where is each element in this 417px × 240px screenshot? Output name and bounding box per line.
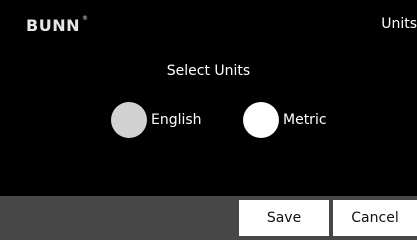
screen-title: Units [381,16,417,32]
select-units-prompt: Select Units [166,63,251,79]
english-radio-button[interactable] [111,102,147,138]
units-screen: BUNN ® Units Select Units English Metric… [0,0,417,240]
save-button[interactable]: Save [239,200,329,236]
metric-option[interactable]: Metric [243,102,327,138]
registered-mark: ® [82,15,88,22]
metric-radio-button[interactable] [243,102,279,138]
english-label: English [151,112,202,128]
cancel-button[interactable]: Cancel [333,200,417,236]
bunn-logo: BUNN [26,16,80,35]
english-option[interactable]: English [111,102,202,138]
metric-label: Metric [283,112,327,128]
